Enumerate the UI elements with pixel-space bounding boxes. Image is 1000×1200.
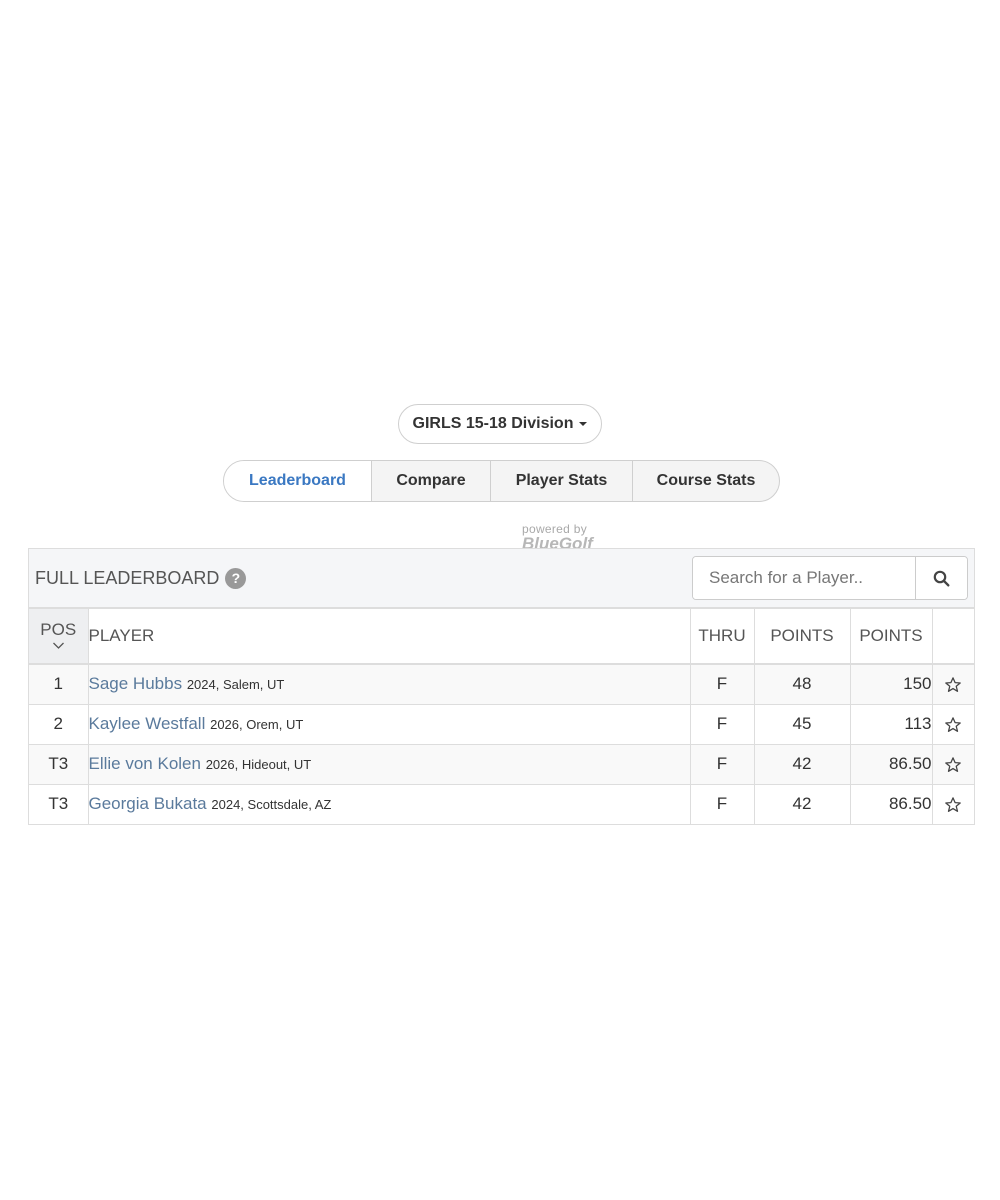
division-dropdown[interactable]: GIRLS 15-18 Division (397, 404, 603, 444)
row-thru: F (689, 784, 754, 824)
caret-down-icon (579, 422, 588, 426)
favorite-toggle[interactable] (931, 744, 974, 785)
row-player: Sage Hubbs 2024, Salem, UT (87, 664, 690, 705)
leaderboard-panel: FULL LEADERBOARD ? Search for a Player..… (28, 548, 975, 825)
division-selector-wrap: GIRLS 15-18 Division (0, 404, 1000, 444)
search-input[interactable] (693, 557, 915, 599)
player-name-link[interactable]: Sage Hubbs (89, 674, 182, 693)
leaderboard-title: FULL LEADERBOARD (35, 567, 220, 588)
row-total-points: 86.50 (849, 744, 932, 785)
leaderboard-header: FULL LEADERBOARD ? (29, 549, 974, 609)
table-row: 1 Sage Hubbs 2024, Salem, UT F 48 150 (29, 664, 974, 705)
player-name-link[interactable]: Georgia Bukata (89, 794, 207, 813)
player-name-link[interactable]: Ellie von Kolen (89, 754, 201, 773)
table-row: 2 Kaylee Westfall 2026, Orem, UT F 45 11… (29, 704, 974, 745)
star-icon (945, 716, 962, 732)
column-header-player[interactable]: PLAYER (87, 609, 690, 665)
row-points: 42 (753, 744, 850, 785)
row-player: Georgia Bukata 2024, Scottsdale, AZ (87, 784, 690, 824)
favorite-toggle[interactable] (931, 784, 974, 824)
row-thru: F (689, 664, 754, 705)
table-row: T3 Ellie von Kolen 2026, Hideout, UT F 4… (29, 744, 974, 785)
row-position: T3 (29, 784, 88, 824)
chevron-down-icon (53, 642, 64, 649)
star-icon (945, 756, 962, 772)
row-position: 2 (29, 704, 88, 745)
table-header-row: POS PLAYER THRU POINTS POINTS (29, 609, 974, 665)
leaderboard-title-wrap: FULL LEADERBOARD ? (35, 567, 247, 589)
tab-bar: Leaderboard Compare Player Stats Course … (223, 460, 780, 502)
favorite-toggle[interactable] (931, 664, 974, 705)
tab-compare[interactable]: Compare (371, 461, 490, 501)
row-position: T3 (29, 744, 88, 785)
search-icon (933, 570, 950, 587)
row-total-points: 150 (849, 664, 932, 705)
row-points: 45 (753, 704, 850, 745)
brand-logo: BlueGolf (522, 534, 593, 549)
row-player: Kaylee Westfall 2026, Orem, UT (87, 704, 690, 745)
column-header-pos-label: POS (40, 619, 77, 639)
star-icon (945, 677, 962, 692)
player-info: 2026, Hideout, UT (205, 757, 312, 772)
tab-course-stats[interactable]: Course Stats (632, 461, 779, 501)
row-points: 48 (753, 664, 850, 705)
division-label: GIRLS 15-18 Division (412, 415, 574, 432)
star-icon (945, 797, 962, 812)
tab-player-stats[interactable]: Player Stats (490, 461, 632, 501)
row-points: 42 (753, 784, 850, 824)
row-position: 1 (29, 664, 88, 705)
player-search (692, 556, 968, 600)
question-circle-icon[interactable]: ? (225, 567, 247, 589)
powered-by-logo: powered by BlueGolf (522, 522, 632, 548)
row-total-points: 113 (849, 704, 932, 745)
row-thru: F (689, 744, 754, 785)
row-total-points: 86.50 (849, 784, 932, 824)
column-header-thru[interactable]: THRU (689, 609, 754, 665)
column-header-pos[interactable]: POS (29, 609, 88, 665)
row-thru: F (689, 704, 754, 745)
column-header-points[interactable]: POINTS (753, 609, 850, 665)
column-header-total-points[interactable]: POINTS (849, 609, 932, 665)
table-row: T3 Georgia Bukata 2024, Scottsdale, AZ F… (29, 784, 974, 824)
page: GIRLS 15-18 Division Leaderboard Compare… (0, 0, 1000, 1200)
favorite-toggle[interactable] (931, 704, 974, 745)
player-info: 2024, Salem, UT (186, 677, 285, 693)
player-info: 2024, Scottsdale, AZ (211, 797, 332, 813)
tab-leaderboard[interactable]: Leaderboard (224, 461, 371, 501)
row-player: Ellie von Kolen 2026, Hideout, UT (87, 744, 690, 785)
player-name-link[interactable]: Kaylee Westfall (89, 714, 205, 733)
search-button[interactable] (915, 557, 967, 599)
column-header-favorite (931, 609, 974, 665)
player-info: 2026, Orem, UT (210, 717, 304, 732)
leaderboard-table: POS PLAYER THRU POINTS POINTS 1 Sage Hub… (29, 609, 974, 824)
